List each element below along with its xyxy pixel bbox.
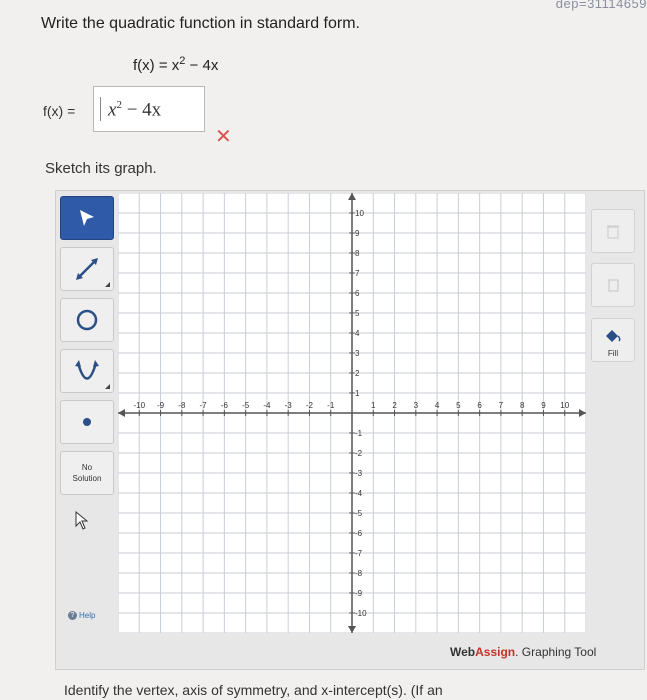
submenu-indicator (105, 384, 110, 389)
circle-tool-button[interactable] (60, 298, 114, 342)
no-solution-label: No Solution (72, 463, 102, 483)
coordinate-grid[interactable]: -10 -9 -8 -7 -6 -5 -4 -3 -2 -1 1 2 3 4 5 6 7 8 9 10 10 9 8 7 6 5 4… (117, 192, 587, 638)
next-question-text: Identify the vertex, axis of symmetry, a… (64, 682, 443, 698)
x-tick-label: -9 (157, 401, 165, 410)
fill-bucket-icon (606, 330, 621, 342)
point-tool-button[interactable] (60, 400, 114, 444)
x-tick-label: -1 (327, 401, 335, 410)
circle-icon (76, 309, 98, 331)
x-tick-label: 2 (392, 401, 397, 410)
x-tick-label: -10 (133, 401, 145, 410)
y-tick-label: 6 (355, 289, 360, 298)
y-tick-label: 7 (355, 269, 360, 278)
y-tick-label: -6 (355, 529, 363, 538)
line-tool-button[interactable] (60, 247, 114, 291)
answer-label: f(x) = (43, 103, 76, 119)
given-function: f(x) = x2 − 4x (133, 55, 219, 74)
answer-input[interactable]: x2 − 4x (93, 86, 205, 132)
submenu-indicator (105, 282, 110, 287)
x-tick-label: 8 (520, 401, 525, 410)
y-tick-label: -8 (355, 569, 363, 578)
parabola-icon (75, 360, 99, 380)
answer-left-bar (100, 97, 101, 121)
x-tick-label: -2 (306, 401, 314, 410)
delete-all-button[interactable] (591, 209, 635, 253)
delete-button[interactable] (591, 263, 635, 307)
y-tick-label: 9 (355, 229, 360, 238)
arrow-pointer-icon (80, 210, 94, 226)
webassign-brand: WebAssign. Graphing Tool (450, 645, 597, 659)
x-tick-label: 9 (541, 401, 546, 410)
y-tick-label: 10 (355, 209, 364, 218)
y-tick-label: -9 (355, 589, 363, 598)
x-tick-label: 6 (477, 401, 482, 410)
x-tick-label: 3 (414, 401, 419, 410)
trash-icon (607, 225, 619, 239)
x-tick-label: -5 (242, 401, 250, 410)
y-tick-label: -3 (355, 469, 363, 478)
parabola-tool-button[interactable] (60, 349, 114, 393)
question-prompt: Write the quadratic function in standard… (41, 15, 360, 32)
x-tick-label: 10 (560, 401, 569, 410)
x-tick-label: -6 (221, 401, 229, 410)
fill-label: Fill (607, 349, 619, 358)
y-tick-label: -5 (355, 509, 363, 518)
x-tick-label: 4 (435, 401, 440, 410)
fill-button[interactable]: Fill (591, 318, 635, 362)
y-tick-label: 5 (355, 309, 360, 318)
x-tick-label: -3 (285, 401, 293, 410)
incorrect-x-icon: ✕ (215, 126, 232, 148)
answer-value: x2 − 4x (108, 99, 162, 121)
y-tick-label: 1 (355, 389, 360, 398)
x-tick-label: 1 (371, 401, 376, 410)
line-segment-icon (76, 258, 98, 280)
y-tick-label: -7 (355, 549, 363, 558)
pointer-tool-button[interactable] (60, 196, 114, 240)
x-tick-label: 5 (456, 401, 461, 410)
no-solution-button[interactable]: No Solution (60, 451, 114, 495)
x-tick-label: -4 (263, 401, 271, 410)
x-tick-label: -7 (200, 401, 208, 410)
y-tick-label: 4 (355, 329, 360, 338)
y-tick-label: -1 (355, 429, 363, 438)
y-tick-label: 3 (355, 349, 360, 358)
y-tick-label: 8 (355, 249, 360, 258)
y-tick-label: -4 (355, 489, 363, 498)
cursor-arrow-icon (73, 510, 91, 537)
help-link[interactable]: ? Help (68, 611, 95, 620)
eraser-icon (608, 279, 619, 292)
y-tick-label: -2 (355, 449, 363, 458)
sketch-label: Sketch its graph. (45, 160, 157, 177)
y-tick-label: -10 (355, 609, 367, 618)
x-tick-label: -8 (178, 401, 186, 410)
x-tick-label: 7 (499, 401, 504, 410)
point-icon (83, 418, 91, 426)
y-tick-label: 2 (355, 369, 360, 378)
url-fragment: dep=31114659 (555, 0, 647, 11)
help-icon: ? (68, 611, 77, 620)
